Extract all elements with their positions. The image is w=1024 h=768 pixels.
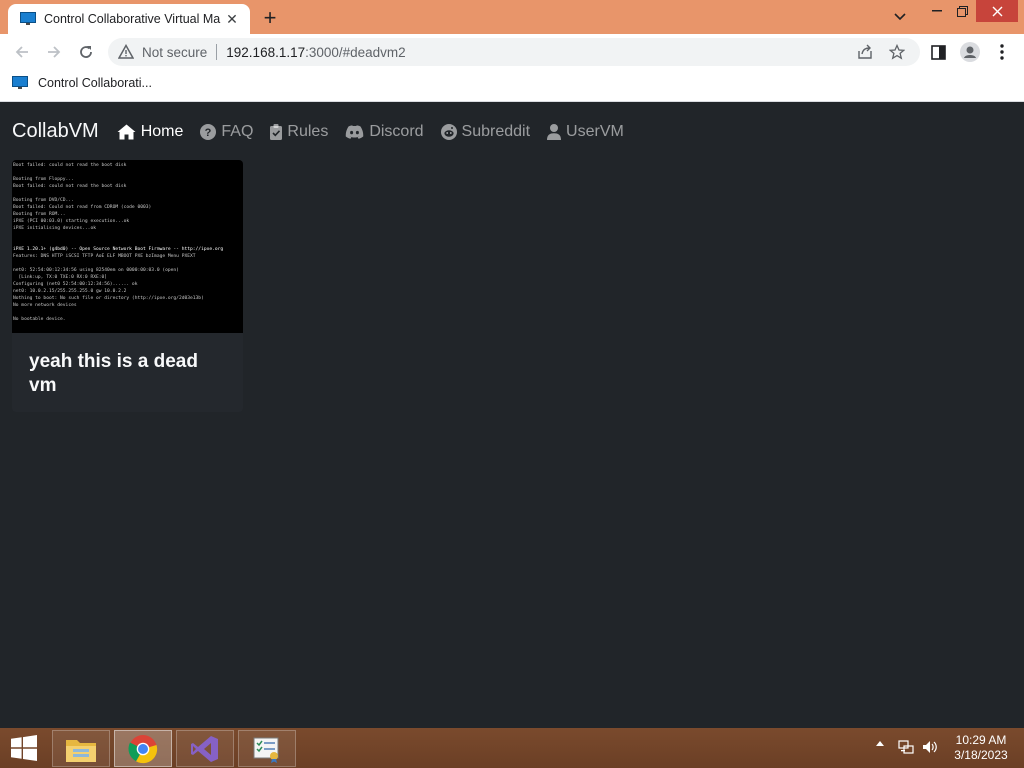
vm-console-line: net0: 52:54:00:12:34:56 using 82540em on… xyxy=(13,268,179,273)
vm-console-line xyxy=(13,169,243,176)
vm-console-line xyxy=(13,232,243,239)
nav-faq[interactable]: ? FAQ xyxy=(200,123,253,141)
vm-console-line: No bootable device. xyxy=(13,317,66,322)
vm-console-line: Boot failed: could not read the boot dis… xyxy=(13,184,127,189)
vm-console-line: Booting from DVD/CD... xyxy=(13,198,74,203)
vm-console-line: Booting from ROM... xyxy=(13,212,66,217)
vm-console-line: Features: DNS HTTP iSCSI TFTP AoE ELF MB… xyxy=(13,254,196,259)
taskbar-task-app[interactable] xyxy=(238,730,296,767)
folder-icon xyxy=(66,739,96,762)
browser-tab-strip: Control Collaborative Virtual Ma ✕ + xyxy=(0,0,1024,34)
nav-rules-label: Rules xyxy=(287,122,329,140)
vm-console-line xyxy=(13,239,243,246)
vm-card[interactable]: Boot failed: could not read the boot dis… xyxy=(12,160,243,412)
show-hidden-icons-button[interactable] xyxy=(876,740,884,746)
profile-avatar-icon[interactable] xyxy=(958,40,982,64)
vm-console-line xyxy=(13,190,243,197)
start-button[interactable] xyxy=(0,728,48,768)
user-icon xyxy=(547,123,562,140)
bookmark-star-icon[interactable] xyxy=(888,44,906,60)
side-panel-icon[interactable] xyxy=(926,40,950,64)
bookmark-label: Control Collaborati... xyxy=(38,76,152,90)
nav-rules[interactable]: Rules xyxy=(270,123,328,141)
nav-uservm[interactable]: UserVM xyxy=(547,123,624,141)
nav-home-label: Home xyxy=(140,122,184,140)
brand-logo[interactable]: CollabVM xyxy=(12,120,99,143)
vm-console-line: Booting from Floppy... xyxy=(13,177,74,182)
monitor-icon xyxy=(20,12,36,25)
address-bar[interactable]: Not secure 192.168.1.17:3000/#deadvm2 xyxy=(108,38,920,66)
minimize-button[interactable] xyxy=(925,0,949,22)
vm-title: yeah this is a dead vm xyxy=(29,351,198,396)
browser-tab[interactable]: Control Collaborative Virtual Ma ✕ xyxy=(8,4,250,34)
vm-console-line: iPXE 1.20.1+ (g4bd0) -- Open Source Netw… xyxy=(13,247,224,252)
vm-console-line: [Link:up, TX:0 TXE:0 RX:0 RXE:0] xyxy=(13,275,108,280)
vm-console-line: Boot failed: Could not read from CDROM (… xyxy=(13,205,152,210)
vm-console-line: Nothing to boot: No such file or directo… xyxy=(13,296,204,301)
tab-title: Control Collaborative Virtual Ma xyxy=(44,12,221,26)
chevron-up-icon xyxy=(876,741,884,746)
chrome-icon xyxy=(128,734,158,763)
bookmark-item[interactable]: Control Collaborati... xyxy=(12,76,152,90)
question-circle-icon: ? xyxy=(200,123,217,140)
vm-screenshot-thumbnail[interactable]: Boot failed: could not read the boot dis… xyxy=(12,160,243,333)
svg-text:?: ? xyxy=(205,127,212,139)
vm-console-line: Configuring (net0 52:54:00:12:34:56)....… xyxy=(13,282,138,287)
tab-search-chevron-icon[interactable] xyxy=(888,6,912,28)
vm-console-line: net0: 10.0.2.15/255.255.255.0 gw 10.0.2.… xyxy=(13,289,127,294)
taskbar-clock[interactable]: 10:29 AM 3/18/2023 xyxy=(946,733,1016,763)
new-tab-button[interactable]: + xyxy=(258,6,282,30)
windows-taskbar: 10:29 AM 3/18/2023 xyxy=(0,728,1024,768)
url-host: 192.168.1.17 xyxy=(226,44,306,60)
back-button[interactable] xyxy=(10,40,34,64)
clock-date: 3/18/2023 xyxy=(954,748,1008,762)
taskbar-visual-studio[interactable] xyxy=(176,730,234,767)
reload-icon xyxy=(80,46,92,58)
close-window-button[interactable] xyxy=(976,0,1018,22)
nav-discord-label: Discord xyxy=(369,122,424,140)
nav-discord[interactable]: Discord xyxy=(345,122,424,141)
share-icon[interactable] xyxy=(856,44,874,60)
security-status[interactable]: Not secure xyxy=(142,45,207,60)
bookmarks-bar: Control Collaborati... xyxy=(0,70,1024,102)
taskbar-file-explorer[interactable] xyxy=(52,730,110,767)
reddit-icon xyxy=(440,123,457,140)
clipboard-check-icon xyxy=(270,123,283,140)
arrow-right-icon xyxy=(48,46,61,58)
forward-button[interactable] xyxy=(42,40,66,64)
browser-toolbar: Not secure 192.168.1.17:3000/#deadvm2 xyxy=(0,34,1024,70)
vm-console-line: No more network devices xyxy=(13,303,77,308)
home-icon xyxy=(117,124,136,139)
vm-console-line xyxy=(13,309,243,316)
clock-time: 10:29 AM xyxy=(955,733,1007,747)
site-navbar: CollabVM Home ? FAQ Rules Discord Subred… xyxy=(0,103,1024,160)
page-content: CollabVM Home ? FAQ Rules Discord Subred… xyxy=(0,103,1024,728)
restore-button[interactable] xyxy=(950,0,974,22)
url-text[interactable]: 192.168.1.17:3000/#deadvm2 xyxy=(226,45,405,60)
kebab-menu-icon[interactable] xyxy=(990,40,1014,64)
volume-icon[interactable] xyxy=(922,740,938,754)
nav-subreddit-label: Subreddit xyxy=(461,122,531,140)
omnibox-divider xyxy=(216,44,218,60)
monitor-icon xyxy=(12,76,28,89)
warning-icon[interactable] xyxy=(118,44,134,60)
network-icon[interactable] xyxy=(898,740,914,755)
vm-console-line: iPXE (PCI 00:03.0) starting execution...… xyxy=(13,219,130,224)
checklist-certificate-icon xyxy=(253,737,279,763)
vm-console-line: Boot failed: could not read the boot dis… xyxy=(13,163,127,168)
reload-button[interactable] xyxy=(74,40,98,64)
vm-console-line: iPXE initialising devices...ok xyxy=(13,226,96,231)
visual-studio-icon xyxy=(191,735,218,762)
nav-faq-label: FAQ xyxy=(221,122,254,140)
taskbar-chrome[interactable] xyxy=(114,730,172,767)
nav-subreddit[interactable]: Subreddit xyxy=(440,122,531,141)
windows-logo-icon xyxy=(11,735,37,761)
discord-icon xyxy=(346,125,364,139)
vm-console-line xyxy=(13,260,243,267)
url-path: :3000/#deadvm2 xyxy=(305,44,406,60)
arrow-left-icon xyxy=(15,46,28,58)
nav-uservm-label: UserVM xyxy=(566,122,624,140)
tab-close-icon[interactable]: ✕ xyxy=(224,11,240,27)
nav-home[interactable]: Home xyxy=(117,122,184,141)
